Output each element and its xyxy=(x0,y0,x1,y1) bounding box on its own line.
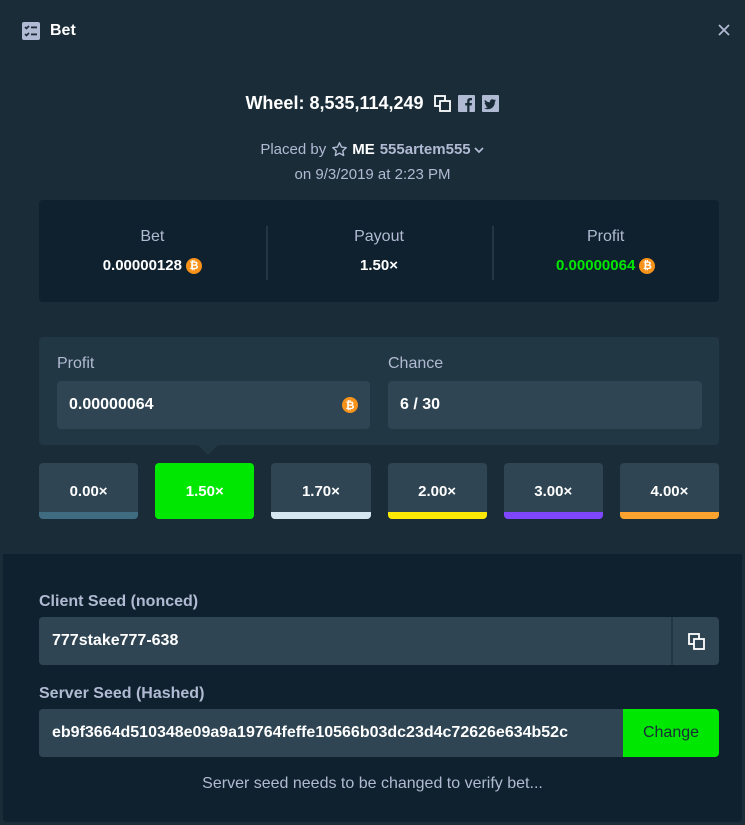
chance-field-label: Chance xyxy=(388,355,444,372)
multiplier-5[interactable]: 4.00× xyxy=(619,463,720,519)
bet-title-row: Wheel: 8,535,114,249 xyxy=(3,93,742,114)
bet-modal: Bet Wheel: 8,535,114,249 Placed by ME 55… xyxy=(3,3,742,822)
summary-bet: Bet 0.00000128 ₿ xyxy=(39,200,266,302)
multiplier-4[interactable]: 3.00× xyxy=(503,463,603,519)
bitcoin-icon: ₿ xyxy=(342,397,358,413)
bet-title: Wheel: 8,535,114,249 xyxy=(245,93,424,113)
twitter-icon[interactable] xyxy=(482,95,500,113)
star-icon[interactable] xyxy=(331,141,348,158)
summary-profit: Profit 0.00000064 ₿ xyxy=(492,200,719,302)
profit-label: Profit xyxy=(587,228,625,245)
chance-field: Chance 6 / 30 xyxy=(388,355,702,429)
placed-by-prefix: Placed by xyxy=(260,141,327,158)
server-seed-label: Server Seed (Hashed) xyxy=(39,685,205,702)
placed-by-row: Placed by ME 555artem555 xyxy=(3,141,742,158)
checklist-icon xyxy=(21,21,41,41)
calc-panel: Profit 0.00000064 ₿ Chance 6 / 30 xyxy=(39,337,719,445)
payout-value: 1.50× xyxy=(360,257,398,274)
multiplier-2[interactable]: 1.70× xyxy=(271,463,371,519)
chance-input-value: 6 / 30 xyxy=(400,396,441,413)
bet-summary: Bet 0.00000128 ₿ Payout 1.50× Profit 0.0… xyxy=(39,200,719,302)
profit-field-label: Profit xyxy=(57,355,95,372)
selection-pointer xyxy=(198,445,218,455)
multiplier-color-bar xyxy=(271,512,371,519)
bitcoin-icon: ₿ xyxy=(185,257,202,274)
multiplier-label: 2.00× xyxy=(418,482,457,500)
username-link[interactable]: 555artem555 xyxy=(380,141,471,158)
profit-input-value: 0.00000064 xyxy=(69,396,154,413)
client-seed-label: Client Seed (nonced) xyxy=(39,593,199,610)
multiplier-1[interactable]: 1.50× xyxy=(155,463,255,519)
bet-amount-text: 0.00000128 xyxy=(102,257,182,274)
bitcoin-icon: ₿ xyxy=(639,257,656,274)
client-seed-row: 777stake777-638 xyxy=(39,617,719,665)
copy-client-seed-button[interactable] xyxy=(671,617,719,665)
multiplier-label: 1.50× xyxy=(185,482,224,500)
profit-field: Profit 0.00000064 ₿ xyxy=(57,355,370,429)
multiplier-color-bar xyxy=(155,512,255,519)
multiplier-label: 4.00× xyxy=(650,482,689,500)
server-seed-input[interactable]: eb9f3664d510348e09a9a19764feffe10566b03d… xyxy=(39,709,623,757)
server-seed-row: eb9f3664d510348e09a9a19764feffe10566b03d… xyxy=(39,709,719,757)
multiplier-list: 0.00× 1.50× 1.70× 2.00× 3.00× 4.00× xyxy=(39,463,720,519)
modal-title: Bet xyxy=(50,22,76,39)
bet-label: Bet xyxy=(140,228,165,245)
multiplier-3[interactable]: 2.00× xyxy=(387,463,487,519)
multiplier-color-bar xyxy=(619,512,720,519)
bet-date: on 9/3/2019 at 2:23 PM xyxy=(294,166,451,183)
user-badge: ME xyxy=(352,141,375,158)
multiplier-label: 0.00× xyxy=(69,482,108,500)
close-icon xyxy=(718,24,730,36)
payout-label: Payout xyxy=(354,228,404,245)
chance-input[interactable]: 6 / 30 xyxy=(388,381,702,429)
multiplier-label: 1.70× xyxy=(301,482,340,500)
profit-input[interactable]: 0.00000064 ₿ xyxy=(57,381,370,429)
change-seed-button[interactable]: Change xyxy=(623,709,719,757)
profit-amount-text: 0.00000064 xyxy=(556,257,636,274)
client-seed-input[interactable]: 777stake777-638 xyxy=(39,617,671,665)
copy-icon xyxy=(687,632,705,650)
close-button[interactable] xyxy=(714,20,734,40)
profit-amount: 0.00000064 ₿ xyxy=(556,257,656,274)
copy-icon[interactable] xyxy=(434,95,452,113)
multiplier-color-bar xyxy=(39,512,139,519)
multiplier-label: 3.00× xyxy=(534,482,573,500)
modal-header: Bet xyxy=(3,3,742,59)
bet-amount: 0.00000128 ₿ xyxy=(103,257,202,274)
multiplier-color-bar xyxy=(387,512,487,519)
multiplier-0[interactable]: 0.00× xyxy=(39,463,139,519)
summary-payout: Payout 1.50× xyxy=(265,200,493,302)
facebook-icon[interactable] xyxy=(458,95,476,113)
verify-note: Server seed needs to be changed to verif… xyxy=(202,775,543,792)
multiplier-color-bar xyxy=(503,512,603,519)
fairness-section: Client Seed (nonced) 777stake777-638 Ser… xyxy=(3,554,742,822)
chevron-down-icon[interactable] xyxy=(473,144,485,156)
